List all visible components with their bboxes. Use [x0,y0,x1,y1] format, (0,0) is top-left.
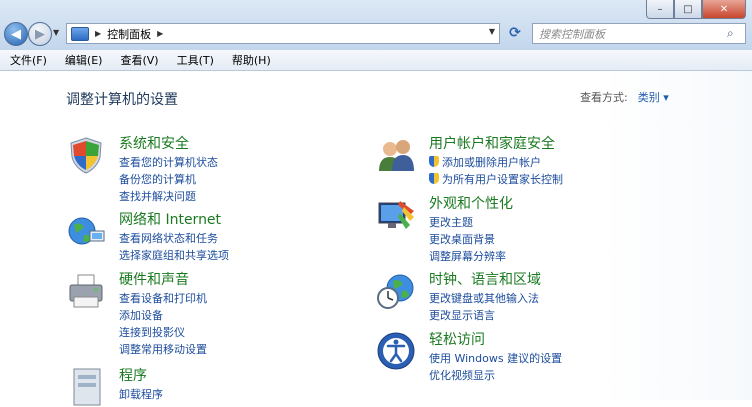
link[interactable]: 卸载程序 [119,386,399,403]
category-title[interactable]: 系统和安全 [119,135,399,153]
link[interactable]: 查找并解决问题 [119,188,399,205]
refresh-button[interactable]: ⟳ [503,23,527,42]
network-globe-icon[interactable] [66,211,106,251]
category-text: 网络和 Internet 查看网络状态和任务 选择家庭组和共享选项 [119,211,399,264]
link[interactable]: 查看网络状态和任务 [119,230,399,247]
menu-tools[interactable]: 工具(T) [167,52,222,68]
programs-icon[interactable] [66,367,106,407]
chevron-down-icon[interactable]: ▼ [489,27,495,36]
arrow-right-icon: ▶ [35,26,45,42]
view-by: 查看方式: 类别 ▾ [580,89,669,105]
search-input[interactable]: 搜索控制面板 [533,26,727,42]
category-text: 系统和安全 查看您的计算机状态 备份您的计算机 查找并解决问题 [119,135,399,205]
users-icon[interactable] [376,135,416,175]
category-text: 时钟、语言和区域 更改键盘或其他输入法 更改显示语言 [429,271,709,324]
clock-globe-icon[interactable] [376,271,416,311]
category-text: 硬件和声音 查看设备和打印机 添加设备 连接到投影仪 调整常用移动设置 [119,271,399,358]
recent-pages-dropdown[interactable]: ▼ [53,28,59,37]
category-text: 用户帐户和家庭安全 添加或删除用户帐户 为所有用户设置家长控制 [429,135,709,188]
shield-icon[interactable] [66,135,106,175]
link-label[interactable]: 为所有用户设置家长控制 [442,173,563,186]
link-label[interactable]: 添加或删除用户帐户 [442,156,541,169]
link[interactable]: 调整屏幕分辨率 [429,248,709,265]
breadcrumb-control-panel[interactable]: 控制面板 [107,26,151,42]
view-by-dropdown[interactable]: 类别 ▾ [638,91,669,104]
link[interactable]: 为所有用户设置家长控制 [429,171,709,188]
menu-bar: 文件(F) 编辑(E) 查看(V) 工具(T) 帮助(H) [0,50,752,71]
arrow-left-icon: ◀ [11,26,21,42]
link[interactable]: 添加或删除用户帐户 [429,154,709,171]
link[interactable]: 备份您的计算机 [119,171,399,188]
link[interactable]: 优化视频显示 [429,367,709,384]
minimize-button[interactable]: – [646,0,674,19]
category-title[interactable]: 时钟、语言和区域 [429,271,709,289]
link[interactable]: 查看您的计算机状态 [119,154,399,171]
control-panel-icon [71,26,89,41]
category-text: 轻松访问 使用 Windows 建议的设置 优化视频显示 [429,331,709,384]
window-titlebar: – □ ✕ ◀ ▶ ▼ ▶ 控制面板 ▶ ▼ ⟳ 搜索控制面板 ⌕ [0,0,752,51]
chevron-right-icon[interactable]: ▶ [157,29,163,38]
link[interactable]: 查看设备和打印机 [119,290,399,307]
category-title[interactable]: 用户帐户和家庭安全 [429,135,709,153]
page-title: 调整计算机的设置 [66,92,178,108]
maximize-button[interactable]: □ [674,0,702,19]
category-title[interactable]: 程序 [119,367,399,385]
category-text: 外观和个性化 更改主题 更改桌面背景 调整屏幕分辨率 [429,195,709,265]
link[interactable]: 更改主题 [429,214,709,231]
menu-help[interactable]: 帮助(H) [222,52,279,68]
appearance-icon[interactable] [376,195,416,235]
ease-of-access-icon[interactable] [376,331,416,371]
forward-button[interactable]: ▶ [28,22,52,46]
window-controls: – □ ✕ [646,0,746,19]
search-icon[interactable]: ⌕ [727,26,745,41]
category-title[interactable]: 网络和 Internet [119,211,399,229]
printer-icon[interactable] [66,271,106,311]
chevron-right-icon[interactable]: ▶ [95,29,101,38]
category-title[interactable]: 外观和个性化 [429,195,709,213]
menu-edit[interactable]: 编辑(E) [55,52,111,68]
uac-shield-icon [429,156,439,167]
search-box[interactable]: 搜索控制面板 ⌕ [532,23,746,44]
uac-shield-icon [429,173,439,184]
link[interactable]: 添加设备 [119,307,399,324]
category-title[interactable]: 轻松访问 [429,331,709,349]
refresh-icon: ⟳ [509,24,521,41]
main-content: 调整计算机的设置 查看方式: 类别 ▾ 系统和安全 查看您的计算机状态 备份您的计… [0,71,752,406]
link[interactable]: 更改显示语言 [429,307,709,324]
view-by-label: 查看方式: [580,91,628,104]
link[interactable]: 选择家庭组和共享选项 [119,247,399,264]
link[interactable]: 连接到投影仪 [119,324,399,341]
back-button[interactable]: ◀ [4,22,28,46]
menu-view[interactable]: 查看(V) [110,52,166,68]
address-bar[interactable]: ▶ 控制面板 ▶ ▼ [66,23,500,44]
link[interactable]: 更改键盘或其他输入法 [429,290,709,307]
category-text: 程序 卸载程序 [119,367,399,403]
close-button[interactable]: ✕ [702,0,746,19]
link[interactable]: 使用 Windows 建议的设置 [429,350,709,367]
link[interactable]: 更改桌面背景 [429,231,709,248]
menu-file[interactable]: 文件(F) [0,52,55,68]
link[interactable]: 调整常用移动设置 [119,341,399,358]
category-title[interactable]: 硬件和声音 [119,271,399,289]
